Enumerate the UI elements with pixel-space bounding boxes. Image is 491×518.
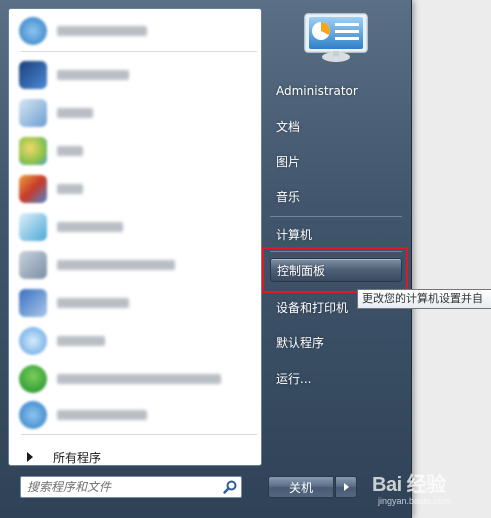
control-panel-link[interactable]: 控制面板	[270, 258, 402, 282]
run-link[interactable]: 运行...	[268, 365, 404, 391]
shutdown-options-button[interactable]	[335, 476, 357, 498]
program-item[interactable]	[13, 209, 257, 245]
program-item[interactable]	[13, 397, 257, 433]
devices-printers-label: 设备和打印机	[276, 300, 349, 315]
program-item[interactable]	[13, 13, 257, 49]
user-name-link[interactable]: Administrator	[268, 78, 404, 104]
default-programs-label: 默认程序	[276, 335, 325, 350]
baidu-watermark: Bai 经验 jingyan.baidu.com	[372, 466, 488, 512]
computer-link[interactable]: 计算机	[268, 221, 404, 247]
program-item[interactable]	[13, 133, 257, 169]
programs-panel: 所有程序	[8, 8, 262, 466]
control-panel-label: 控制面板	[277, 263, 326, 278]
program-label	[57, 298, 129, 308]
program-item[interactable]	[13, 95, 257, 131]
remote-desktop-icon	[19, 61, 47, 89]
search-input[interactable]	[21, 477, 227, 497]
app-icon	[19, 17, 47, 45]
program-item[interactable]	[13, 247, 257, 283]
separator	[270, 216, 402, 217]
snipping-icon	[19, 175, 47, 203]
paint-icon	[19, 137, 47, 165]
download-manager-icon	[19, 365, 47, 393]
user-picture-icon[interactable]	[303, 13, 369, 63]
pictures-link[interactable]: 图片	[268, 148, 404, 174]
run-label: 运行...	[276, 371, 312, 386]
shutdown-label: 关机	[288, 480, 313, 495]
default-programs-link[interactable]: 默认程序	[268, 329, 404, 355]
music-link[interactable]: 音乐	[268, 183, 404, 209]
calculator-icon	[19, 99, 47, 127]
sticky-notes-icon	[19, 327, 47, 355]
documents-link[interactable]: 文档	[268, 113, 404, 139]
media-center-icon	[19, 251, 47, 279]
program-label	[57, 222, 123, 232]
program-label	[57, 410, 147, 420]
user-name: Administrator	[276, 84, 358, 98]
start-menu: 所有程序 搜索程序和文件 Administrator 文档 图片 音乐 计算机 …	[0, 0, 412, 518]
watermark-url: jingyan.baidu.com	[378, 496, 451, 506]
xps-viewer-icon	[19, 213, 47, 241]
program-label	[57, 70, 129, 80]
arrow-right-icon	[343, 483, 349, 491]
separator	[270, 251, 402, 252]
program-label	[57, 26, 147, 36]
remote-connection-icon	[19, 289, 47, 317]
all-programs-label: 所有程序	[53, 450, 102, 465]
program-item[interactable]	[13, 57, 257, 93]
program-item[interactable]	[13, 323, 257, 359]
program-item[interactable]	[13, 361, 257, 397]
tooltip: 更改您的计算机设置并自	[357, 289, 491, 309]
program-label	[57, 336, 105, 346]
program-label	[57, 146, 83, 156]
desktop-screen: 所有程序 搜索程序和文件 Administrator 文档 图片 音乐 计算机 …	[0, 0, 491, 518]
documents-label: 文档	[276, 119, 301, 134]
music-label: 音乐	[276, 189, 301, 204]
arrow-right-icon	[27, 452, 33, 462]
separator	[21, 434, 257, 435]
app-icon	[19, 401, 47, 429]
program-item[interactable]	[13, 171, 257, 207]
shutdown-button[interactable]: 关机	[268, 476, 334, 498]
program-label	[57, 374, 221, 384]
all-programs-button[interactable]: 所有程序	[19, 446, 259, 465]
separator	[21, 51, 257, 52]
program-label	[57, 184, 83, 194]
watermark-text: Bai 经验	[372, 474, 446, 496]
program-label	[57, 260, 175, 270]
search-icon[interactable]	[222, 479, 238, 495]
program-label	[57, 108, 93, 118]
search-box[interactable]	[20, 476, 242, 498]
pictures-label: 图片	[276, 154, 301, 169]
tooltip-text: 更改您的计算机设置并自	[362, 292, 483, 305]
program-item[interactable]	[13, 285, 257, 321]
computer-label: 计算机	[276, 227, 313, 242]
